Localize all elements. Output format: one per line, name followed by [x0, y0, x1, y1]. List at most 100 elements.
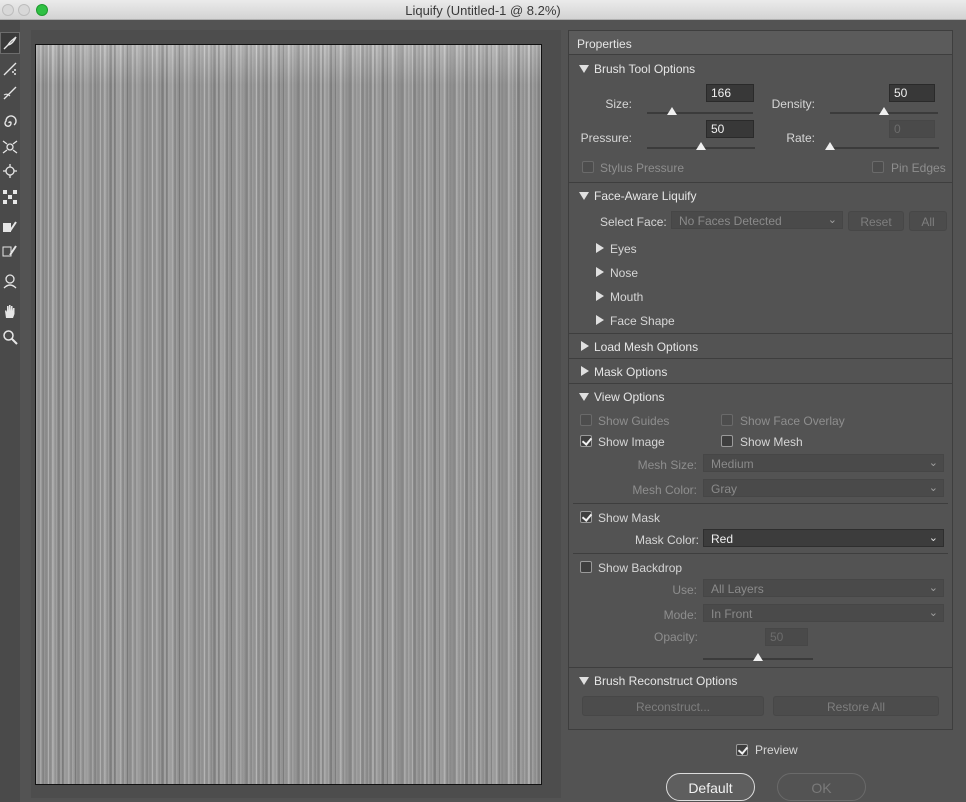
load-mesh-options-header[interactable]: Load Mesh Options — [569, 333, 952, 357]
smooth-tool-icon[interactable] — [0, 82, 20, 104]
all-button[interactable]: All — [909, 211, 947, 231]
size-label: Size: — [605, 97, 632, 111]
use-dropdown[interactable]: All Layers ⌄ — [703, 579, 944, 597]
mask-color-label: Mask Color: — [634, 533, 699, 547]
brush-tool-options-header[interactable]: Brush Tool Options — [569, 56, 952, 80]
rate-field[interactable]: 0 — [889, 120, 935, 138]
chevron-down-icon: ⌄ — [928, 482, 938, 494]
thaw-mask-tool-icon[interactable] — [0, 240, 20, 262]
face-item-label: Eyes — [610, 242, 637, 256]
default-button[interactable]: Default — [666, 773, 755, 801]
reconstruct-tool-icon[interactable] — [0, 58, 20, 80]
chevron-down-icon: ⌄ — [928, 582, 938, 594]
show-image-checkbox[interactable] — [580, 435, 592, 447]
select-face-dropdown[interactable]: No Faces Detected ⌄ — [671, 211, 843, 229]
collapse-triangle-icon — [579, 393, 589, 401]
mode-dropdown[interactable]: In Front ⌄ — [703, 604, 944, 622]
collapse-triangle-icon — [579, 65, 589, 73]
freeze-mask-tool-icon[interactable] — [0, 216, 20, 238]
expand-triangle-icon — [596, 315, 604, 325]
pucker-tool-icon[interactable] — [0, 136, 20, 158]
brush-reconstruct-options-header[interactable]: Brush Reconstruct Options — [569, 667, 952, 691]
mesh-size-label: Mesh Size: — [637, 458, 697, 472]
show-mask-checkbox[interactable] — [580, 511, 592, 523]
collapse-triangle-icon — [579, 192, 589, 200]
section-label: Brush Tool Options — [594, 62, 696, 76]
view-options-header[interactable]: View Options — [569, 383, 952, 407]
image-preview[interactable] — [35, 44, 542, 785]
show-mesh-label: Show Mesh — [740, 435, 803, 449]
show-guides-checkbox[interactable] — [580, 414, 592, 426]
show-guides-label: Show Guides — [598, 414, 670, 428]
density-field[interactable]: 50 — [889, 84, 935, 102]
liquify-toolbar — [0, 20, 20, 802]
zoom-tool-icon[interactable] — [0, 326, 20, 348]
show-backdrop-label: Show Backdrop — [598, 561, 683, 575]
face-item-label: Face Shape — [610, 314, 675, 328]
expand-triangle-icon — [581, 341, 589, 351]
chevron-down-icon: ⌄ — [928, 532, 938, 544]
opacity-label: Opacity: — [653, 630, 698, 644]
hand-tool-icon[interactable] — [0, 300, 20, 322]
face-tool-icon[interactable] — [0, 270, 20, 292]
density-label: Density: — [771, 97, 815, 111]
pressure-label: Pressure: — [580, 131, 632, 145]
reconstruct-button[interactable]: Reconstruct... — [582, 696, 764, 716]
mesh-color-value: Gray — [711, 482, 738, 496]
section-label: View Options — [594, 390, 665, 404]
collapse-triangle-icon — [579, 677, 589, 685]
pin-edges-label: Pin Edges — [891, 161, 946, 175]
face-item-label: Mouth — [610, 290, 644, 304]
mesh-color-label: Mesh Color: — [632, 483, 697, 497]
use-label: Use: — [672, 583, 697, 597]
restore-all-button[interactable]: Restore All — [773, 696, 939, 716]
mode-label: Mode: — [663, 608, 697, 622]
section-label: Brush Reconstruct Options — [594, 674, 738, 688]
stylus-pressure-checkbox[interactable] — [582, 161, 594, 173]
rate-slider[interactable] — [830, 147, 939, 149]
preview-checkbox[interactable] — [736, 744, 748, 756]
show-face-overlay-checkbox[interactable] — [721, 414, 733, 426]
face-aware-liquify-header[interactable]: Face-Aware Liquify — [569, 182, 952, 206]
size-slider[interactable] — [647, 112, 753, 114]
size-field[interactable]: 166 — [706, 84, 754, 102]
mesh-color-dropdown[interactable]: Gray ⌄ — [703, 479, 944, 497]
chevron-down-icon: ⌄ — [827, 214, 837, 226]
mask-color-value: Red — [711, 532, 734, 546]
reset-button[interactable]: Reset — [848, 211, 904, 231]
section-label: Mask Options — [594, 365, 668, 379]
use-value: All Layers — [711, 582, 764, 596]
chevron-down-icon: ⌄ — [928, 457, 938, 469]
section-label: Face-Aware Liquify — [594, 189, 697, 203]
show-backdrop-checkbox[interactable] — [580, 561, 592, 573]
show-mask-label: Show Mask — [598, 511, 661, 525]
select-face-label: Select Face: — [600, 215, 667, 229]
show-mesh-checkbox[interactable] — [721, 435, 733, 447]
opacity-field[interactable]: 50 — [765, 628, 808, 646]
divider — [573, 503, 948, 504]
section-label: Load Mesh Options — [594, 340, 699, 354]
expand-triangle-icon — [596, 291, 604, 301]
push-left-tool-icon[interactable] — [0, 186, 20, 208]
expand-triangle-icon — [581, 366, 589, 376]
select-face-value: No Faces Detected — [679, 214, 782, 228]
chevron-down-icon: ⌄ — [928, 607, 938, 619]
mode-value: In Front — [711, 607, 753, 621]
pressure-field[interactable]: 50 — [706, 120, 754, 138]
mesh-size-dropdown[interactable]: Medium ⌄ — [703, 454, 944, 472]
twirl-clockwise-tool-icon[interactable] — [0, 112, 20, 134]
stylus-pressure-label: Stylus Pressure — [600, 161, 685, 175]
mask-color-dropdown[interactable]: Red ⌄ — [703, 529, 944, 547]
face-item-label: Nose — [610, 266, 639, 280]
forward-warp-tool-icon[interactable] — [0, 32, 20, 54]
pin-edges-checkbox[interactable] — [872, 161, 884, 173]
expand-triangle-icon — [596, 243, 604, 253]
mesh-size-value: Medium — [711, 457, 754, 471]
bloat-tool-icon[interactable] — [0, 160, 20, 182]
preview-label: Preview — [755, 743, 798, 757]
title-bar: Liquify (Untitled-1 @ 8.2%) — [0, 0, 966, 20]
mask-options-header[interactable]: Mask Options — [569, 358, 952, 382]
show-image-label: Show Image — [598, 435, 665, 449]
ok-button[interactable]: OK — [777, 773, 866, 801]
properties-panel: Properties Brush Tool Options Size: 166 … — [568, 30, 953, 730]
